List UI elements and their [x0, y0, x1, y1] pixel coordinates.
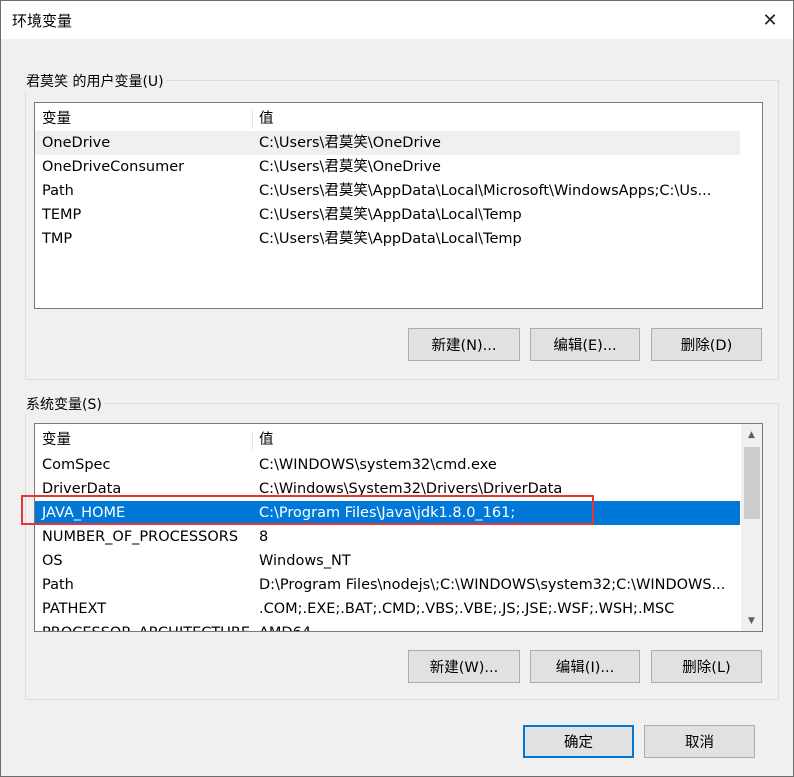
var-name: JAVA_HOME [42, 505, 126, 521]
list-item[interactable]: OneDrive C:\Users\君莫笑\OneDrive [35, 131, 740, 155]
list-item[interactable]: TEMP C:\Users\君莫笑\AppData\Local\Temp [35, 203, 740, 227]
var-value: C:\Users\君莫笑\OneDrive [259, 159, 441, 175]
var-name: DriverData [42, 481, 122, 497]
system-edit-button[interactable]: 编辑(I)... [530, 650, 640, 683]
scroll-down-icon[interactable]: ▼ [741, 610, 762, 631]
list-item[interactable]: Path C:\Users\君莫笑\AppData\Local\Microsof… [35, 179, 740, 203]
var-value: AMD64 [259, 621, 311, 631]
var-name: OS [42, 553, 63, 569]
user-variables-label: 君莫笑 的用户变量(U) [24, 71, 166, 91]
var-value: C:\Users\君莫笑\AppData\Local\Temp [259, 231, 522, 247]
var-value: .COM;.EXE;.BAT;.CMD;.VBS;.VBE;.JS;.JSE;.… [259, 601, 675, 617]
system-new-button[interactable]: 新建(W)... [408, 650, 520, 683]
window-title: 环境变量 [12, 12, 73, 30]
system-variables-label: 系统变量(S) [24, 394, 104, 414]
var-name: Path [42, 183, 74, 199]
list-item[interactable]: Path D:\Program Files\nodejs\;C:\WINDOWS… [35, 573, 740, 597]
var-name: OneDriveConsumer [42, 159, 185, 175]
list-item[interactable]: PROCESSOR_ARCHITECTURE AMD64 [35, 621, 740, 631]
title-bar: 环境变量 ✕ [1, 1, 793, 39]
var-name: TEMP [42, 207, 82, 223]
var-value: 8 [259, 529, 269, 545]
list-item[interactable]: PATHEXT .COM;.EXE;.BAT;.CMD;.VBS;.VBE;.J… [35, 597, 740, 621]
var-value: C:\WINDOWS\system32\cmd.exe [259, 457, 497, 473]
list-item[interactable]: DriverData C:\Windows\System32\Drivers\D… [35, 477, 740, 501]
user-new-button[interactable]: 新建(N)... [408, 328, 520, 361]
var-value: C:\Users\君莫笑\AppData\Local\Temp [259, 207, 522, 223]
header-divider[interactable] [252, 431, 253, 450]
list-item[interactable]: ComSpec C:\WINDOWS\system32\cmd.exe [35, 453, 740, 477]
list-item[interactable]: OneDriveConsumer C:\Users\君莫笑\OneDrive [35, 155, 740, 179]
user-variables-list[interactable]: 变量 值 OneDrive C:\Users\君莫笑\OneDrive OneD… [34, 102, 763, 309]
var-value: C:\Windows\System32\Drivers\DriverData [259, 481, 563, 497]
scroll-up-icon[interactable]: ▲ [741, 424, 762, 445]
ok-button[interactable]: 确定 [523, 725, 634, 758]
header-name[interactable]: 变量 [42, 107, 71, 131]
list-item-selected[interactable]: JAVA_HOME C:\Program Files\Java\jdk1.8.0… [35, 501, 740, 525]
system-delete-button[interactable]: 删除(L) [651, 650, 762, 683]
var-name: Path [42, 577, 74, 593]
environment-variables-dialog: 环境变量 ✕ 君莫笑 的用户变量(U) 变量 值 OneDrive C:\Use… [0, 0, 794, 777]
var-value: C:\Program Files\Java\jdk1.8.0_161; [259, 505, 516, 521]
vertical-scrollbar[interactable]: ▲ ▼ [741, 424, 762, 631]
var-value: D:\Program Files\nodejs\;C:\WINDOWS\syst… [259, 577, 726, 593]
var-name: TMP [42, 231, 73, 247]
var-name: PATHEXT [42, 601, 107, 617]
list-item[interactable]: OS Windows_NT [35, 549, 740, 573]
var-name: PROCESSOR_ARCHITECTURE [42, 621, 250, 631]
var-name: OneDrive [42, 135, 111, 151]
user-delete-button[interactable]: 删除(D) [651, 328, 762, 361]
list-header: 变量 值 [35, 107, 740, 131]
system-variables-list[interactable]: 变量 值 ComSpec C:\WINDOWS\system32\cmd.exe… [34, 423, 763, 632]
var-name: NUMBER_OF_PROCESSORS [42, 529, 239, 545]
var-value: C:\Users\君莫笑\AppData\Local\Microsoft\Win… [259, 183, 712, 199]
var-name: ComSpec [42, 457, 111, 473]
list-header: 变量 值 [35, 428, 740, 452]
var-value: C:\Users\君莫笑\OneDrive [259, 135, 441, 151]
list-item[interactable]: TMP C:\Users\君莫笑\AppData\Local\Temp [35, 227, 740, 251]
header-value[interactable]: 值 [259, 107, 274, 131]
header-value[interactable]: 值 [259, 428, 274, 452]
close-icon[interactable]: ✕ [747, 1, 793, 39]
list-item[interactable]: NUMBER_OF_PROCESSORS 8 [35, 525, 740, 549]
var-value: Windows_NT [259, 553, 351, 569]
cancel-button[interactable]: 取消 [644, 725, 755, 758]
header-divider[interactable] [252, 110, 253, 129]
user-edit-button[interactable]: 编辑(E)... [530, 328, 640, 361]
scroll-thumb[interactable] [744, 447, 760, 519]
header-name[interactable]: 变量 [42, 428, 71, 452]
